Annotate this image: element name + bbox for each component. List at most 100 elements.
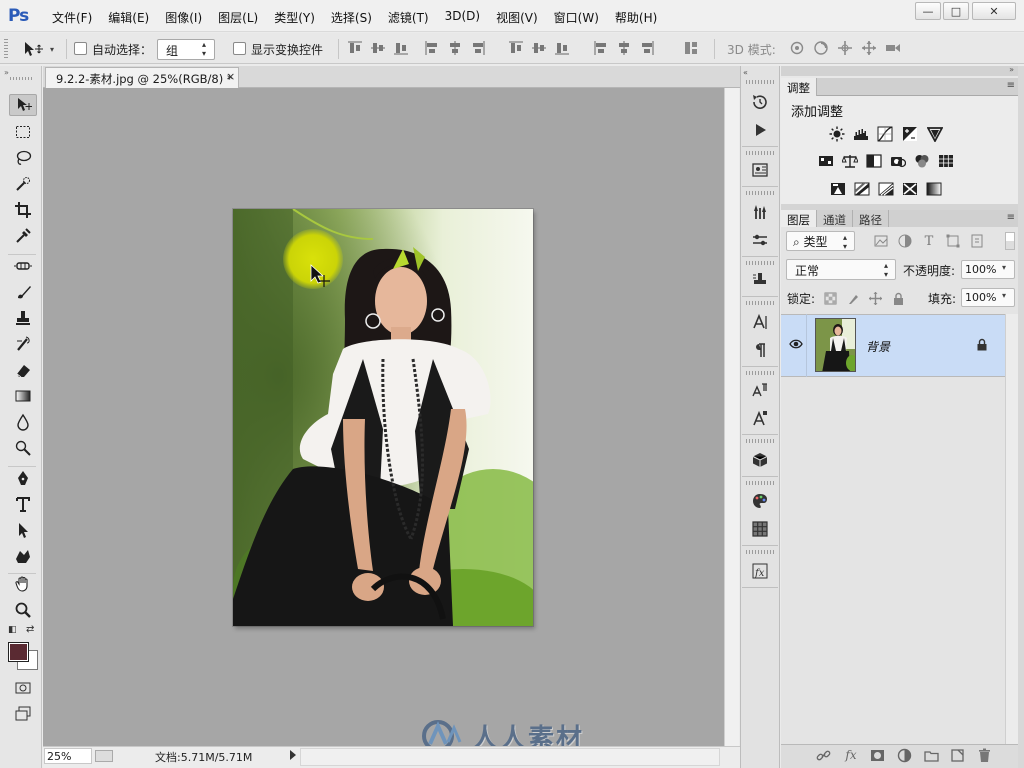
- document-image[interactable]: [233, 209, 533, 626]
- photo-filter-button[interactable]: [889, 153, 907, 169]
- panel-grip[interactable]: [746, 261, 774, 265]
- menu-item[interactable]: 类型(Y): [266, 9, 323, 26]
- panel-grip[interactable]: [746, 481, 774, 485]
- layers-scrollbar[interactable]: [1005, 314, 1018, 744]
- swatches-button[interactable]: [748, 518, 772, 540]
- levels-button[interactable]: [852, 126, 870, 142]
- lock-image-pixels-icon[interactable]: [846, 291, 860, 305]
- move-tool[interactable]: [9, 94, 37, 116]
- add-mask-icon[interactable]: [868, 747, 886, 763]
- filter-type-layer-icon[interactable]: T: [921, 233, 937, 249]
- eyedropper-tool[interactable]: [9, 225, 37, 247]
- character-button[interactable]: [748, 311, 772, 333]
- layer-thumbnail[interactable]: [815, 318, 856, 372]
- align-bottom-edges-icon[interactable]: [393, 40, 409, 56]
- zoom-tool[interactable]: [9, 599, 37, 621]
- panel-grip[interactable]: [746, 301, 774, 305]
- quick-selection-tool[interactable]: [9, 173, 37, 195]
- slide-3d-icon[interactable]: [861, 40, 877, 56]
- toolbox-grip[interactable]: [10, 77, 34, 80]
- tab-layers[interactable]: 图层: [781, 210, 817, 228]
- align-horizontal-centers-icon[interactable]: [447, 40, 463, 56]
- vertical-scrollbar[interactable]: [724, 88, 739, 746]
- auto-align-layers-icon[interactable]: [683, 40, 699, 56]
- distribute-vcenter-icon[interactable]: [531, 40, 547, 56]
- paragraph-styles-button[interactable]: [748, 407, 772, 429]
- menu-item[interactable]: 3D(D): [437, 9, 488, 26]
- panel-grip[interactable]: [746, 80, 774, 84]
- 3d-button[interactable]: [748, 449, 772, 471]
- show-transform-checkbox[interactable]: [233, 42, 246, 55]
- history-brush-tool[interactable]: [9, 333, 37, 355]
- document-tab[interactable]: 9.2.2-素材.jpg @ 25%(RGB/8) *: [45, 67, 239, 88]
- auto-select-dropdown[interactable]: 组 ▴ ▾: [157, 39, 215, 60]
- actions-play-button[interactable]: [748, 119, 772, 141]
- clone-source-button[interactable]: [748, 269, 772, 291]
- eye-icon[interactable]: [789, 338, 803, 350]
- collapse-icon[interactable]: «: [743, 68, 748, 77]
- minimize-button[interactable]: —: [915, 2, 941, 20]
- link-layers-icon[interactable]: [814, 747, 832, 763]
- pen-tool[interactable]: [9, 467, 37, 489]
- tool-preset-picker[interactable]: ▾: [22, 39, 62, 59]
- distribute-left-icon[interactable]: [593, 40, 609, 56]
- lock-all-icon[interactable]: [891, 291, 905, 305]
- history-button[interactable]: [748, 91, 772, 113]
- roll-3d-icon[interactable]: [813, 40, 829, 56]
- lasso-tool[interactable]: [9, 147, 37, 169]
- blend-mode-dropdown[interactable]: 正常 ▴ ▾: [786, 259, 896, 280]
- gradient-tool[interactable]: [9, 385, 37, 407]
- align-vertical-centers-icon[interactable]: [370, 40, 386, 56]
- panel-grip[interactable]: [746, 550, 774, 554]
- brightness-contrast-button[interactable]: [828, 126, 846, 142]
- close-button[interactable]: ✕: [972, 2, 1016, 20]
- marquee-tool[interactable]: [9, 121, 37, 143]
- posterize-button[interactable]: [853, 181, 871, 197]
- brush-tool[interactable]: [9, 281, 37, 303]
- layer-style-fx-icon[interactable]: fx: [842, 747, 860, 763]
- filter-toggle[interactable]: [1005, 232, 1015, 250]
- selective-color-button[interactable]: [901, 181, 919, 197]
- distribute-top-icon[interactable]: [508, 40, 524, 56]
- curves-button[interactable]: [876, 126, 894, 142]
- hand-tool[interactable]: [9, 573, 37, 595]
- filter-adjustment-layer-icon[interactable]: [897, 233, 913, 249]
- panel-grip[interactable]: [746, 439, 774, 443]
- opacity-field[interactable]: 100% ▾: [961, 260, 1015, 279]
- screen-mode-button[interactable]: [9, 702, 37, 724]
- filter-pixel-layer-icon[interactable]: [873, 233, 889, 249]
- lock-position-icon[interactable]: [868, 291, 882, 305]
- menu-item[interactable]: 编辑(E): [100, 9, 157, 26]
- menu-item[interactable]: 选择(S): [323, 9, 380, 26]
- panel-menu-icon[interactable]: ≡: [1007, 212, 1015, 223]
- menu-item[interactable]: 图像(I): [157, 9, 210, 26]
- exposure-button[interactable]: [901, 126, 919, 142]
- align-top-edges-icon[interactable]: [347, 40, 363, 56]
- close-icon[interactable]: ×: [226, 70, 235, 83]
- menu-item[interactable]: 帮助(H): [607, 9, 665, 26]
- menu-item[interactable]: 视图(V): [488, 9, 546, 26]
- scale-3d-icon[interactable]: [885, 40, 901, 56]
- align-left-edges-icon[interactable]: [424, 40, 440, 56]
- tab-adjustments[interactable]: 调整: [781, 78, 817, 96]
- color-button[interactable]: [748, 490, 772, 512]
- color-lookup-button[interactable]: [937, 153, 955, 169]
- path-selection-tool[interactable]: [9, 519, 37, 541]
- maximize-button[interactable]: □: [943, 2, 969, 20]
- new-adjustment-layer-icon[interactable]: [895, 747, 913, 763]
- paragraph-button[interactable]: [748, 339, 772, 361]
- channel-mixer-button[interactable]: [913, 153, 931, 169]
- filter-shape-layer-icon[interactable]: [945, 233, 961, 249]
- tab-paths[interactable]: 路径: [853, 210, 889, 228]
- layer-filter-dropdown[interactable]: ⌕ 类型 ▴ ▾: [786, 231, 855, 251]
- gradient-map-button[interactable]: [925, 181, 943, 197]
- align-right-edges-icon[interactable]: [470, 40, 486, 56]
- collapse-icon[interactable]: »: [4, 68, 38, 77]
- crop-tool[interactable]: [9, 199, 37, 221]
- menu-item[interactable]: 窗口(W): [546, 9, 607, 26]
- menu-item[interactable]: 滤镜(T): [380, 9, 437, 26]
- hue-saturation-button[interactable]: [817, 153, 835, 169]
- layer-name[interactable]: 背景: [866, 338, 890, 355]
- eraser-tool[interactable]: [9, 359, 37, 381]
- tool-presets-button[interactable]: [748, 229, 772, 251]
